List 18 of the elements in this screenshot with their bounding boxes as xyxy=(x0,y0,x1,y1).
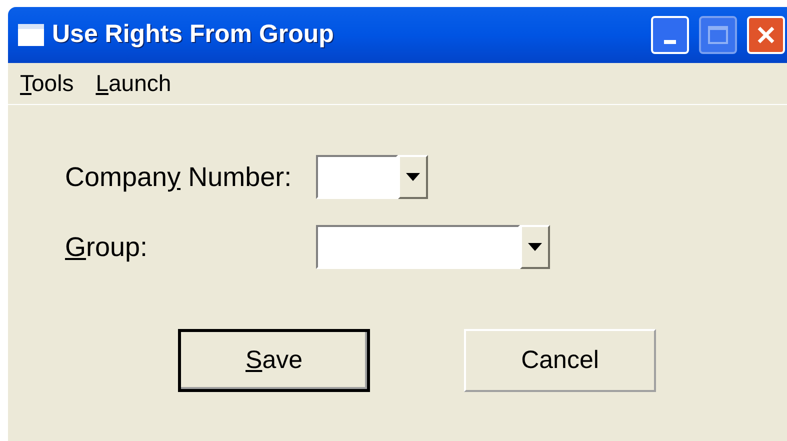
dropdown-arrow-icon xyxy=(528,243,542,251)
dropdown-arrow-icon xyxy=(406,173,420,181)
close-button[interactable] xyxy=(747,16,785,54)
minimize-icon xyxy=(664,40,676,44)
dropdown[interactable] xyxy=(316,225,550,269)
field-label: Group: xyxy=(65,230,149,264)
maximize-icon xyxy=(708,26,728,44)
window-icon xyxy=(18,24,44,46)
minimize-button[interactable] xyxy=(651,16,689,54)
window-title: Use Rights From Group xyxy=(52,19,334,50)
close-icon xyxy=(756,25,776,45)
dialog-button[interactable]: Cancel xyxy=(464,329,656,392)
field-label: Company Number: xyxy=(65,160,293,194)
dropdown[interactable] xyxy=(316,155,428,199)
menu-item[interactable]: Tools xyxy=(20,66,74,101)
maximize-button[interactable] xyxy=(699,16,737,54)
dialog-button[interactable]: Save xyxy=(178,329,370,392)
menu-item[interactable]: Launch xyxy=(96,66,172,101)
